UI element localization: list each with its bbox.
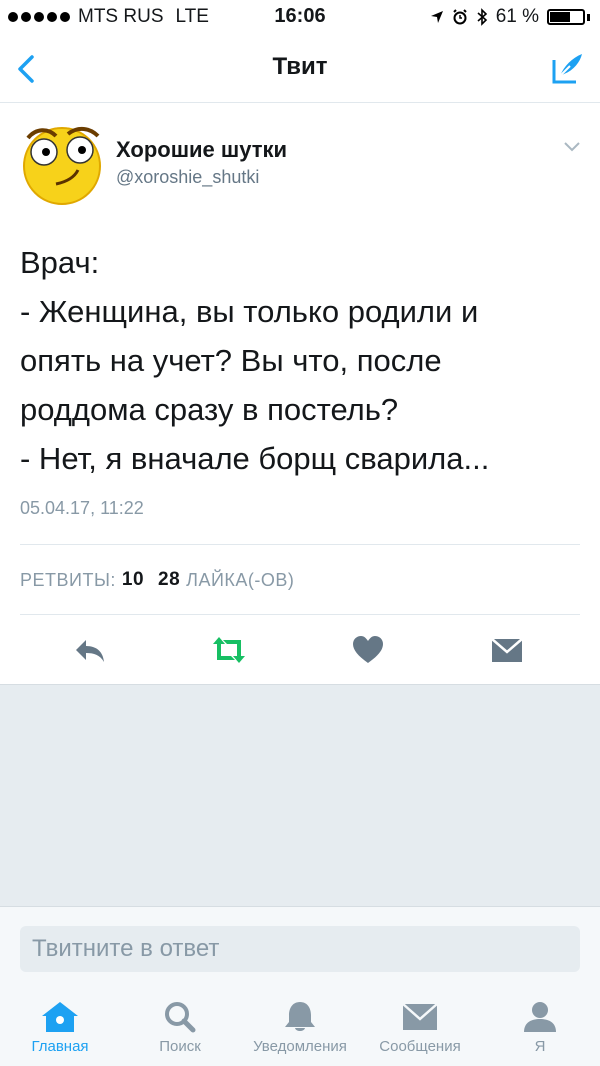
divider: [20, 614, 580, 615]
retweet-icon[interactable]: [211, 632, 247, 668]
reply-input[interactable]: Твитните в ответ: [20, 926, 580, 972]
tweet-stats: РЕТВИТЫ: 10 28 ЛАЙКА(-ОВ): [20, 569, 294, 591]
tab-label: Главная: [31, 1038, 89, 1055]
retweets-count[interactable]: 10: [122, 569, 144, 591]
user-display-name[interactable]: Хорошие шутки: [116, 137, 287, 163]
tweet-line: опять на учет? Вы что, после: [20, 343, 442, 378]
profile-icon: [524, 1002, 556, 1032]
likes-label[interactable]: ЛАЙКА(-ОВ): [186, 570, 294, 591]
tweet-line: - Женщина, вы только родили и: [20, 294, 479, 329]
search-icon: [165, 1002, 196, 1033]
tweet-timestamp: 05.04.17, 11:22: [20, 498, 144, 518]
location-arrow-icon: [430, 11, 443, 23]
tab-label: Уведомления: [253, 1038, 347, 1055]
retweets-label[interactable]: РЕТВИТЫ:: [20, 570, 116, 591]
avatar[interactable]: [20, 120, 104, 206]
reply-icon[interactable]: [72, 632, 108, 668]
tab-label: Сообщения: [379, 1038, 461, 1055]
tab-label: Я: [534, 1038, 546, 1055]
reply-placeholder: Твитните в ответ: [32, 935, 220, 962]
tweet-line: - Нет, я вначале борщ сварила...: [20, 441, 490, 476]
page-title: Твит: [272, 53, 328, 80]
tab-messages[interactable]: Сообщения: [360, 986, 480, 1066]
tweet-text: Врач: - Женщина, вы только родили и опят…: [20, 238, 580, 483]
user-handle[interactable]: @xoroshie_shutki: [116, 167, 259, 188]
tweet-actions: [0, 632, 600, 672]
tab-me[interactable]: Я: [480, 986, 600, 1066]
battery-percent: 61 %: [495, 6, 539, 27]
tweet-line: Врач:: [20, 245, 100, 280]
direct-message-icon[interactable]: [489, 632, 525, 668]
alarm-icon: [452, 9, 467, 25]
home-icon: [42, 1002, 78, 1032]
bell-icon: [285, 1002, 315, 1031]
battery-icon: [547, 9, 585, 25]
tab-bar: Главная Поиск Уведомления Сообщения Я: [0, 986, 600, 1066]
divider: [20, 544, 580, 545]
chevron-down-icon[interactable]: [562, 140, 582, 154]
tab-label: Поиск: [159, 1038, 201, 1055]
tweet-line: роддома сразу в постель?: [20, 392, 399, 427]
heart-icon[interactable]: [350, 632, 386, 668]
status-right: 61 %: [430, 6, 590, 28]
empty-replies-area: [0, 684, 600, 907]
envelope-icon: [402, 1003, 438, 1030]
compose-tweet-icon[interactable]: [550, 50, 586, 86]
status-bar: MTS RUS LTE 16:06 61 %: [0, 0, 600, 36]
likes-count[interactable]: 28: [158, 569, 180, 591]
tab-search[interactable]: Поиск: [120, 986, 240, 1066]
nav-bar: Твит: [0, 36, 600, 103]
tab-notifications[interactable]: Уведомления: [240, 986, 360, 1066]
tab-home[interactable]: Главная: [0, 986, 120, 1066]
bluetooth-icon: [477, 8, 487, 26]
